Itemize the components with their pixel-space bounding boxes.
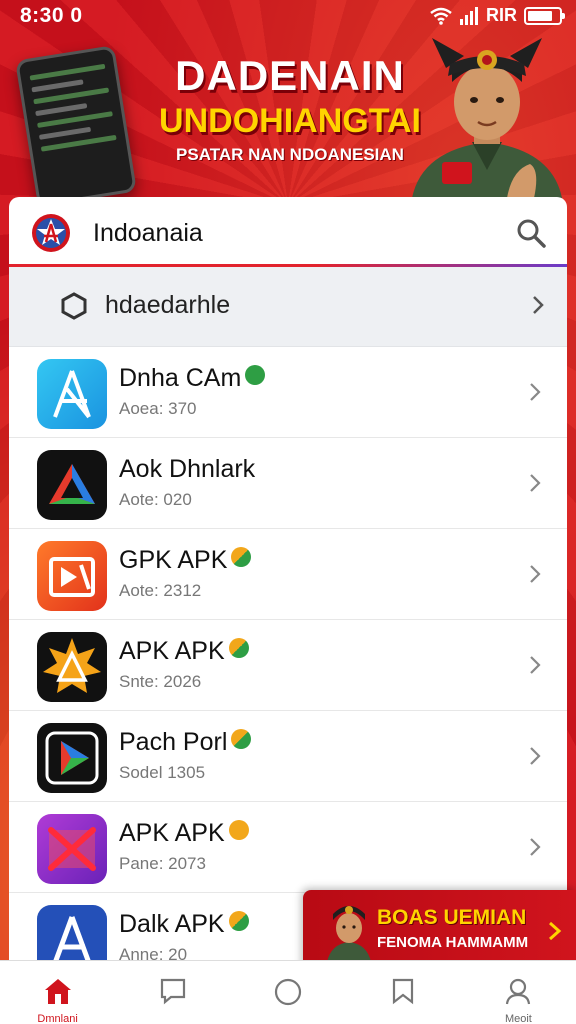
chevron-right-icon	[530, 565, 541, 583]
chevron-right-icon	[533, 296, 544, 314]
chevron-right-icon[interactable]	[546, 920, 564, 942]
search-header[interactable]: Indoanaia	[9, 197, 567, 267]
app-name: Dnha CAm	[119, 364, 266, 393]
home-icon	[44, 979, 71, 1004]
app-meta: Aote: 020	[119, 490, 192, 509]
chevron-right-icon	[530, 747, 541, 765]
carrier-text: RIR	[486, 5, 517, 25]
promo-banner[interactable]: DADENAIN UNDOHIANGTAI PSATAR NAN NDOANES…	[0, 28, 576, 207]
phone-illustration	[15, 45, 137, 207]
wifi-icon	[430, 7, 452, 25]
banner-subtitle: UNDOHIANGTAI	[159, 102, 421, 140]
chevron-right-icon	[530, 656, 541, 674]
profile-icon	[506, 978, 531, 1005]
nav-label: Meoit	[504, 1013, 532, 1024]
bottom-nav: Dmnlani Meoit	[0, 960, 576, 1024]
banner-caption: PSATAR NAN NDOANESIAN	[176, 145, 404, 164]
search-icon[interactable]	[515, 217, 547, 249]
chat-icon	[160, 978, 185, 1005]
promo-popup[interactable]: BOAS UEMIAN FENOMA HAMMAMM	[303, 890, 576, 970]
status-badge	[228, 820, 249, 840]
nav-saved[interactable]	[346, 961, 461, 1024]
nav-label: Dmnlani	[37, 1013, 78, 1024]
status-badge	[231, 547, 252, 567]
star-logo-icon	[32, 214, 70, 252]
banner-title: DADENAIN	[175, 52, 405, 99]
chevron-right-icon	[530, 838, 541, 856]
app-name: APK APK	[119, 819, 249, 848]
status-badge	[245, 365, 266, 385]
app-meta: Sodel 1305	[119, 763, 206, 782]
app-name: APK APK	[119, 637, 249, 666]
app-a-icon	[37, 359, 107, 429]
bookmark-icon	[393, 978, 414, 1005]
app-list: Dnha CAm Aoea: 370 Aok Dhnlark Aote: 020	[9, 347, 567, 984]
soldier-character-illustration	[412, 38, 562, 198]
app-meta: Aoea: 370	[119, 399, 197, 418]
play-square-icon	[37, 541, 107, 611]
app-meta: Pane: 2073	[119, 854, 206, 873]
app-name: Aok Dhnlark	[119, 455, 256, 483]
chevron-right-icon	[530, 474, 541, 492]
app-list-item[interactable]: APK APK Pane: 2073	[9, 802, 567, 893]
app-list-item[interactable]: Dnha CAm Aoea: 370	[9, 347, 567, 438]
soldier-avatar-icon	[327, 906, 371, 962]
status-time: 8:30 0	[20, 4, 83, 27]
promo-title: BOAS UEMIAN	[377, 906, 527, 929]
promo-subtitle: FENOMA HAMMAMM	[377, 934, 529, 951]
nav-messages[interactable]	[115, 961, 230, 1024]
app-name: Pach Porl	[119, 728, 252, 757]
app-list-item[interactable]: Aok Dhnlark Aote: 020	[9, 438, 567, 529]
prism-icon	[37, 450, 107, 520]
app-list-item[interactable]: APK APK Snte: 2026	[9, 620, 567, 711]
battery-icon	[524, 6, 565, 25]
hexagon-icon	[61, 292, 87, 320]
sun-triangle-icon	[37, 632, 107, 702]
nav-home[interactable]: Dmnlani	[0, 961, 115, 1024]
app-meta: Aote: 2312	[119, 581, 202, 600]
status-icons: RIR	[430, 5, 565, 26]
nav-profile[interactable]: Meoit	[461, 961, 576, 1024]
x-mark-icon	[37, 814, 107, 884]
status-badge	[228, 911, 249, 931]
status-bar: 8:30 0 RIR	[0, 0, 576, 30]
app-list-item[interactable]: GPK APK Aote: 2312	[9, 529, 567, 620]
app-list-item[interactable]: Pach Porl Sodel 1305	[9, 711, 567, 802]
status-badge	[228, 638, 249, 658]
status-badge	[231, 729, 252, 749]
circle-icon	[274, 978, 302, 1006]
chevron-right-icon	[530, 383, 541, 401]
app-name: Dalk APK	[119, 910, 249, 939]
play-triangle-icon	[37, 723, 107, 793]
app-name: GPK APK	[119, 546, 252, 575]
category-label: hdaedarhle	[105, 291, 231, 319]
nav-discover[interactable]	[230, 961, 345, 1024]
category-row[interactable]: hdaedarhle	[9, 267, 567, 347]
search-title: Indoanaia	[93, 219, 203, 247]
signal-icon	[460, 6, 478, 25]
app-meta: Snte: 2026	[119, 672, 202, 691]
